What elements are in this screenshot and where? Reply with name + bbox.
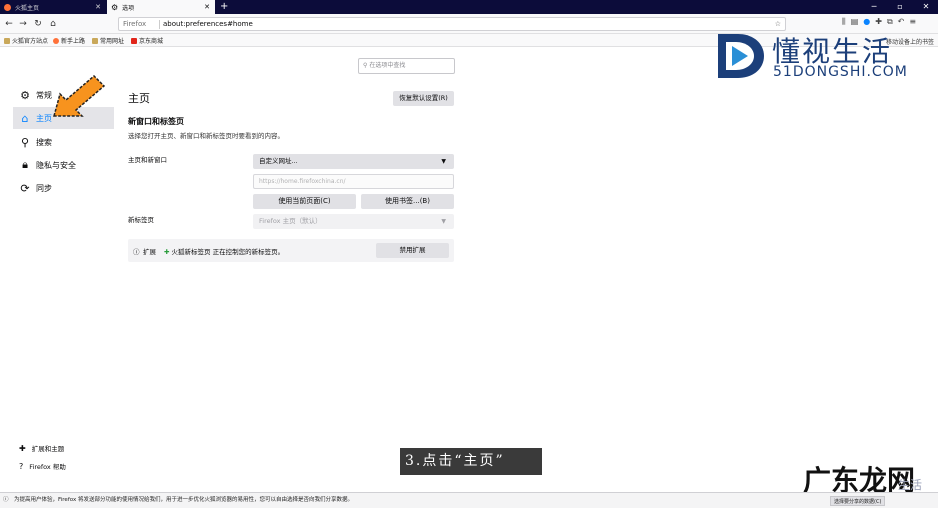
chevron-down-icon: ▼ (441, 218, 446, 225)
logo-text-en: 51DONGSHI.COM (773, 64, 908, 80)
section-title: 新窗口和标签页 (128, 117, 184, 126)
pointer-arrow-annotation (53, 74, 106, 117)
undo-icon[interactable]: ↶ (898, 17, 905, 27)
bookmark-item[interactable]: 常用网址 (92, 36, 124, 45)
preferences-search-input[interactable]: ⚲ 在选项中查找 (358, 58, 455, 74)
firefox-help-link[interactable]: ? Firefox 帮助 (19, 461, 66, 472)
search-icon: ⚲ (20, 135, 30, 149)
screenshot-icon[interactable]: ⧉ (887, 17, 893, 27)
tab-firefox-home[interactable]: 火狐主页 ✕ (0, 0, 106, 14)
folder-icon (4, 37, 10, 44)
use-bookmark-button[interactable]: 使用书签...(B) (361, 194, 454, 209)
notification-text: 为提高用户体验，Firefox 将发送部分功能的使用情况给我们，用于进一步优化火… (14, 497, 353, 503)
minimize-button[interactable]: ─ (862, 0, 886, 14)
homepage-url-input[interactable]: https://home.firefoxchina.cn/ (253, 174, 454, 189)
preferences-sidebar: ⚙ 常规 ⌂ 主页 ⚲ 搜索 🔒︎ 隐私与安全 ⟳ 同步 ✚ 扩展和主题 ? F… (0, 47, 120, 492)
page-title: 主页 (128, 92, 150, 105)
info-icon: ⓘ (133, 248, 140, 256)
chevron-down-icon: ▼ (441, 158, 446, 165)
puzzle-icon: ✚ (164, 248, 172, 256)
category-sync[interactable]: ⟳ 同步 (13, 177, 114, 199)
newtab-select: Firefox 主页（默认） ▼ (253, 214, 454, 229)
url-separator (159, 20, 160, 29)
url-text[interactable]: about:preferences#home (163, 18, 253, 30)
data-sharing-notification: ⓘ 为提高用户体验，Firefox 将发送部分功能的使用情况给我们，用于进一步优… (0, 492, 938, 508)
firefox-icon (4, 3, 11, 11)
step-caption: 3.点击“主页” (400, 448, 542, 475)
section-description: 选择您打开主页、新窗口和新标签页时要看到的内容。 (128, 132, 284, 140)
close-window-button[interactable]: ✕ (914, 0, 938, 14)
disable-extension-button[interactable]: 禁用扩展 (376, 243, 449, 258)
restore-defaults-button[interactable]: 恢复默认设置(R) (393, 91, 454, 106)
toolbar-icons: ⫼ ▤ ● ✚ ⧉ ↶ ≡ (842, 17, 916, 27)
extensions-themes-link[interactable]: ✚ 扩展和主题 (19, 443, 64, 454)
use-current-page-button[interactable]: 使用当前页面(C) (253, 194, 356, 209)
back-icon[interactable]: ← (3, 17, 15, 31)
choose-data-button[interactable]: 选择要分享的数据(C) (830, 496, 886, 506)
newtab-label: 新标签页 (128, 216, 154, 224)
tab-title: 选项 (122, 4, 135, 12)
site-logo-watermark: 懂视生活 51DONGSHI.COM (714, 30, 907, 82)
info-icon: ⓘ (3, 497, 9, 503)
home-icon: ⌂ (21, 111, 29, 125)
sync-icon: ⟳ (20, 181, 30, 195)
bookmark-star-icon[interactable]: ☆ (775, 18, 781, 30)
firefox-icon (53, 37, 59, 44)
library-icon[interactable]: ⫼ (842, 17, 846, 27)
sidebar-icon[interactable]: ▤ (851, 17, 859, 27)
reload-icon[interactable]: ↻ (32, 17, 44, 31)
bookmark-item[interactable]: 火狐官方站点 (4, 36, 48, 45)
close-icon[interactable]: ✕ (95, 3, 101, 11)
jd-icon (131, 37, 137, 44)
corner-watermark-side: 生活 (898, 478, 923, 492)
forward-icon[interactable]: → (17, 17, 29, 31)
folder-icon (92, 37, 98, 44)
lock-icon: 🔒︎ (22, 158, 28, 171)
homepage-select[interactable]: 自定义网址... ▼ (253, 154, 454, 169)
logo-icon (718, 34, 764, 78)
account-icon[interactable]: ● (863, 17, 870, 27)
home-icon[interactable]: ⌂ (47, 17, 59, 31)
extension-notice-text: ✚ 火狐新标签页 正在控制您的新标签页。 (164, 248, 285, 256)
identity-label: Firefox (123, 20, 147, 28)
bookmark-item[interactable]: 京东商城 (131, 36, 163, 45)
extensions-icon[interactable]: ✚ (875, 17, 882, 27)
category-privacy[interactable]: 🔒︎ 隐私与安全 (13, 154, 114, 176)
address-bar[interactable]: Firefox about:preferences#home ☆ (118, 17, 786, 31)
gear-icon: ⚙ (20, 88, 30, 102)
maximize-button[interactable]: ▫ (888, 0, 912, 14)
homepage-label: 主页和新窗口 (128, 156, 167, 164)
tab-options[interactable]: ⚙ 选项 ✕ (107, 0, 215, 14)
category-search[interactable]: ⚲ 搜索 (13, 131, 114, 153)
puzzle-icon: ✚ (19, 443, 26, 453)
tab-strip: 火狐主页 ✕ ⚙ 选项 ✕ + ─ ▫ ✕ (0, 0, 938, 14)
menu-icon[interactable]: ≡ (909, 17, 916, 27)
help-icon: ? (19, 461, 24, 471)
extension-label: 扩展 (143, 248, 156, 256)
gear-icon: ⚙ (111, 2, 119, 12)
extension-control-notice: ⓘ 扩展 ✚ 火狐新标签页 正在控制您的新标签页。 禁用扩展 (128, 239, 454, 262)
new-tab-button[interactable]: + (220, 0, 228, 14)
close-icon[interactable]: ✕ (204, 3, 210, 11)
tab-title: 火狐主页 (15, 4, 40, 12)
bookmark-item[interactable]: 新手上路 (53, 36, 85, 45)
